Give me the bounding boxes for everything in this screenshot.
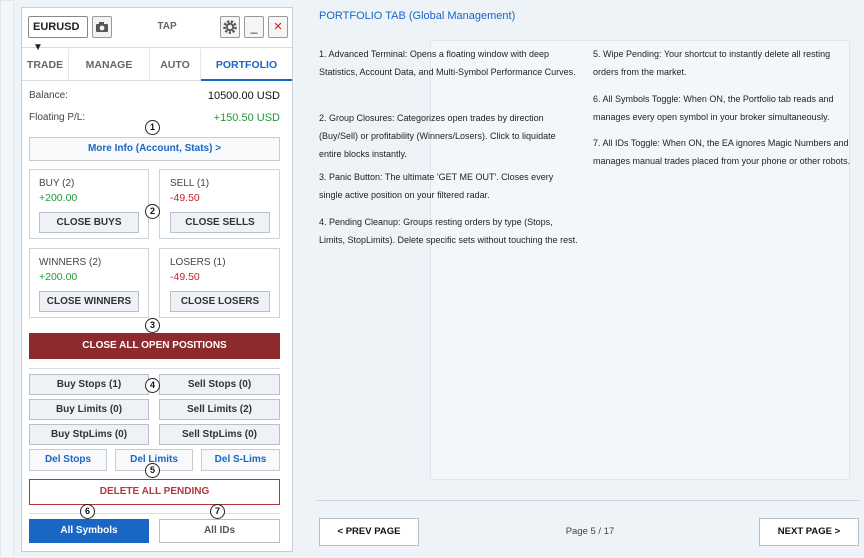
marker-4: 4 bbox=[145, 378, 160, 393]
sell-label: SELL (1) bbox=[170, 178, 210, 189]
sell-stops-button[interactable]: Sell Stops (0) bbox=[159, 374, 280, 395]
buy-stplims-button[interactable]: Buy StpLims (0) bbox=[29, 424, 149, 445]
tutorial-title: PORTFOLIO TAB (Global Management) bbox=[319, 10, 516, 22]
marker-2: 2 bbox=[145, 204, 160, 219]
next-page-button[interactable]: NEXT PAGE > bbox=[759, 518, 859, 546]
balance-label: Balance: bbox=[29, 90, 68, 101]
screenshot-button[interactable] bbox=[92, 16, 112, 38]
sell-group: SELL (1) -49.50 CLOSE SELLS bbox=[159, 169, 280, 239]
sell-limits-button[interactable]: Sell Limits (2) bbox=[159, 399, 280, 420]
close-all-positions-button[interactable]: CLOSE ALL OPEN POSITIONS bbox=[29, 333, 280, 359]
winners-label: WINNERS (2) bbox=[39, 257, 102, 268]
buy-value: +200.00 bbox=[39, 192, 78, 204]
marker-7: 7 bbox=[210, 504, 225, 519]
winners-group: WINNERS (2) +200.00 CLOSE WINNERS bbox=[29, 248, 149, 318]
marker-6: 6 bbox=[80, 504, 95, 519]
tab-trade[interactable]: TRADE bbox=[22, 49, 69, 81]
divider bbox=[29, 513, 280, 514]
all-ids-toggle[interactable]: All IDs bbox=[159, 519, 280, 543]
tab-portfolio[interactable]: PORTFOLIO bbox=[201, 49, 292, 81]
page-indicator: Page 5 / 17 bbox=[565, 526, 615, 537]
more-info-button[interactable]: More Info (Account, Stats) > bbox=[29, 137, 280, 161]
floating-pl-value: +150.50 USD bbox=[213, 112, 280, 124]
buy-group: BUY (2) +200.00 CLOSE BUYS bbox=[29, 169, 149, 239]
marker-3: 3 bbox=[145, 318, 160, 333]
tutorial-item-7: 7. All IDs Toggle: When ON, the EA ignor… bbox=[593, 138, 851, 166]
tutorial-item-1: 1. Advanced Terminal: Opens a floating w… bbox=[319, 49, 576, 77]
del-slims-button[interactable]: Del S-Lims bbox=[201, 449, 280, 471]
divider bbox=[29, 368, 280, 369]
panel-header: EURUSD ▼ TAP _ × bbox=[22, 8, 292, 53]
ghost-panel bbox=[0, 0, 14, 558]
marker-5: 5 bbox=[145, 463, 160, 478]
panel-title: TAP bbox=[157, 21, 177, 32]
footer-divider bbox=[317, 500, 860, 501]
sell-stplims-button[interactable]: Sell StpLims (0) bbox=[159, 424, 280, 445]
sell-value: -49.50 bbox=[170, 192, 200, 204]
minimize-button[interactable]: _ bbox=[244, 16, 264, 38]
balance-value: 10500.00 USD bbox=[207, 90, 280, 102]
winners-value: +200.00 bbox=[39, 271, 78, 283]
gear-icon bbox=[223, 20, 237, 34]
symbol-select[interactable]: EURUSD ▼ bbox=[28, 16, 88, 53]
close-button[interactable]: × bbox=[268, 16, 288, 38]
symbol-value: EURUSD bbox=[33, 21, 80, 33]
tab-manage[interactable]: MANAGE bbox=[69, 49, 150, 81]
buy-limits-button[interactable]: Buy Limits (0) bbox=[29, 399, 149, 420]
marker-1: 1 bbox=[145, 120, 160, 135]
close-sells-button[interactable]: CLOSE SELLS bbox=[170, 212, 270, 233]
buy-stops-button[interactable]: Buy Stops (1) bbox=[29, 374, 149, 395]
tutorial-item-4: 4. Pending Cleanup: Groups resting order… bbox=[319, 217, 578, 245]
trade-panel: EURUSD ▼ TAP _ × TRADE MANAGE AUTO PORTF… bbox=[21, 7, 293, 552]
all-symbols-toggle[interactable]: All Symbols bbox=[29, 519, 149, 543]
floating-pl-label: Floating P/L: bbox=[29, 112, 86, 123]
buy-label: BUY (2) bbox=[39, 178, 75, 189]
tutorial-item-3: 3. Panic Button: The ultimate 'GET ME OU… bbox=[319, 172, 554, 200]
close-buys-button[interactable]: CLOSE BUYS bbox=[39, 212, 139, 233]
losers-value: -49.50 bbox=[170, 271, 200, 283]
settings-button[interactable] bbox=[220, 16, 240, 38]
tutorial-item-2: 2. Group Closures: Categorizes open trad… bbox=[319, 113, 556, 159]
tab-bar: TRADE MANAGE AUTO PORTFOLIO bbox=[22, 49, 292, 81]
tutorial-item-6: 6. All Symbols Toggle: When ON, the Port… bbox=[593, 94, 834, 122]
close-winners-button[interactable]: CLOSE WINNERS bbox=[39, 291, 139, 312]
del-stops-button[interactable]: Del Stops bbox=[29, 449, 107, 471]
losers-group: LOSERS (1) -49.50 CLOSE LOSERS bbox=[159, 248, 280, 318]
camera-icon bbox=[96, 22, 108, 32]
delete-all-pending-button[interactable]: DELETE ALL PENDING bbox=[29, 479, 280, 505]
tab-auto[interactable]: AUTO bbox=[150, 49, 201, 81]
losers-label: LOSERS (1) bbox=[170, 257, 226, 268]
tutorial-item-5: 5. Wipe Pending: Your shortcut to instan… bbox=[593, 49, 831, 77]
prev-page-button[interactable]: < PREV PAGE bbox=[319, 518, 419, 546]
close-losers-button[interactable]: CLOSE LOSERS bbox=[170, 291, 270, 312]
